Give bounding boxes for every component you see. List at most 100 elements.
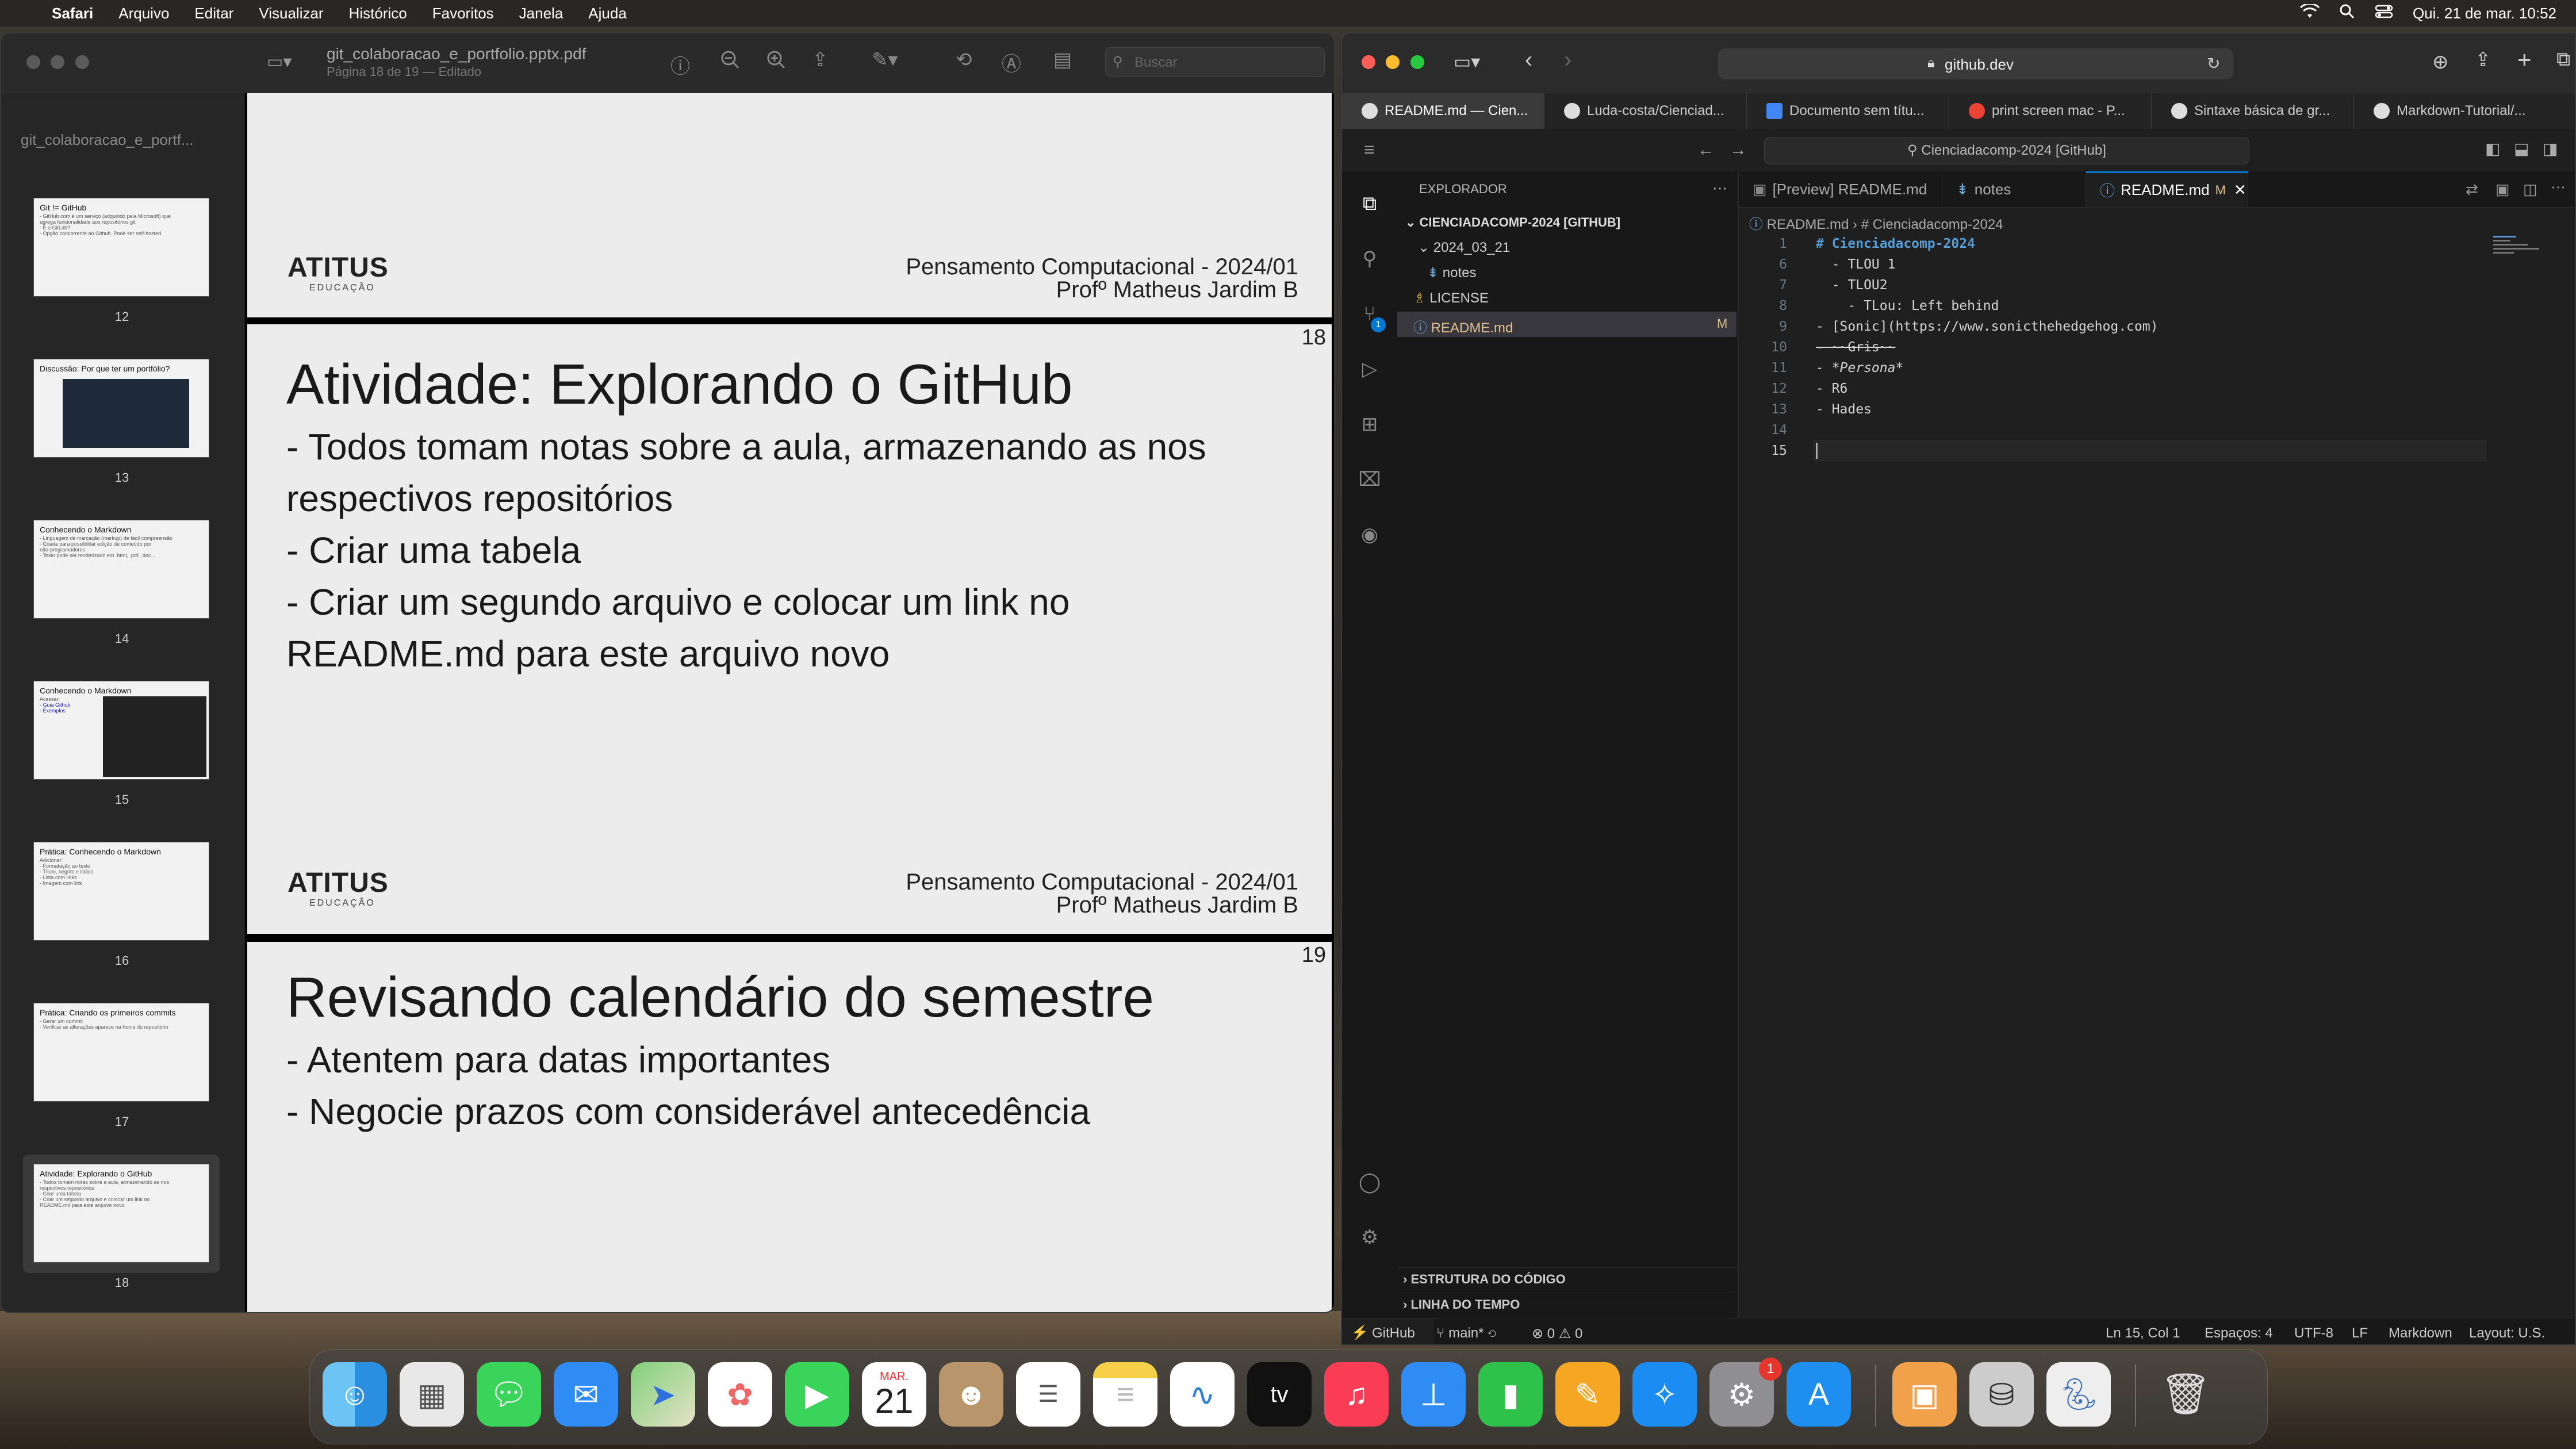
split-editor-icon[interactable]: ◫ bbox=[2523, 181, 2537, 198]
keynote-icon[interactable]: ⊥ bbox=[1401, 1362, 1466, 1427]
minimize-button[interactable] bbox=[1386, 55, 1400, 69]
search-icon[interactable]: ⚲ bbox=[1358, 247, 1381, 270]
zoom-button[interactable] bbox=[1410, 55, 1424, 69]
menu-item-arquivo[interactable]: Arquivo bbox=[118, 5, 169, 22]
hamburger-menu-icon[interactable]: ≡ bbox=[1364, 139, 1375, 160]
thumbnail-slide-18[interactable]: Atividade: Explorando o GitHub - Todos t… bbox=[33, 1164, 209, 1263]
reload-icon[interactable]: ↻ bbox=[2207, 54, 2220, 73]
thumbnail-slide-12[interactable]: Git != GitHub - GitHub com é um serviço … bbox=[33, 198, 209, 297]
downloads-icon[interactable]: ⊕ bbox=[2432, 51, 2449, 74]
minimize-button[interactable] bbox=[51, 55, 65, 69]
encoding[interactable]: UTF-8 bbox=[2294, 1325, 2333, 1341]
more-actions-icon[interactable]: ⋯ bbox=[1712, 179, 1727, 197]
repo-root[interactable]: ⌄ CIENCIADACOMP-2024 [GITHUB] bbox=[1405, 215, 1620, 230]
manage-gear-icon[interactable]: ⚙ bbox=[1358, 1226, 1381, 1249]
facetime-icon[interactable]: ▶ bbox=[785, 1362, 849, 1427]
line-ending[interactable]: LF bbox=[2352, 1325, 2368, 1341]
control-center-icon[interactable] bbox=[2375, 4, 2393, 23]
share-icon[interactable]: ⇪ bbox=[2475, 48, 2491, 71]
branch-indicator[interactable]: ⑂ main* ⟲ bbox=[1436, 1325, 1496, 1341]
address-bar[interactable]: 🔒︎ github.dev ↻ bbox=[1718, 48, 2233, 79]
accounts-icon[interactable]: ◯ bbox=[1358, 1171, 1381, 1194]
safari-tab[interactable]: Documento sem títu... bbox=[1747, 93, 1949, 129]
thumbnail-slide-13[interactable]: Discussão: Por que ter um portfólio? bbox=[33, 359, 209, 458]
trash-icon[interactable]: 🗑︎ bbox=[2153, 1362, 2218, 1427]
code-editor[interactable]: 1 # Cienciadacomp-2024 6 - TLOU 1 7 - TL… bbox=[1739, 233, 2486, 463]
finder-icon[interactable]: ☺ bbox=[323, 1362, 387, 1427]
pages-icon[interactable]: ✎ bbox=[1555, 1362, 1620, 1427]
nav-forward-icon[interactable]: → bbox=[1730, 140, 1747, 160]
sidebar-toggle-icon[interactable]: ▭▾ bbox=[267, 52, 292, 72]
menu-clock[interactable]: Qui. 21 de mar. 10:52 bbox=[2413, 5, 2556, 22]
menu-item-visualizar[interactable]: Visualizar bbox=[259, 5, 323, 22]
breadcrumb-file[interactable]: README.md bbox=[1767, 217, 1849, 232]
command-center[interactable]: ⚲ Cienciadacomp-2024 [GitHub] bbox=[1764, 137, 2249, 164]
problems-indicator[interactable]: ⊗ 0 ⚠ 0 bbox=[1532, 1325, 1582, 1342]
tree-file-license[interactable]: ♗ LICENSE bbox=[1413, 290, 1489, 306]
extensions-icon[interactable]: ⊞ bbox=[1358, 413, 1381, 436]
tab-readme[interactable]: ⓘ README.md M ✕ bbox=[2086, 171, 2248, 207]
timeline-section[interactable]: › LINHA DO TEMPO bbox=[1403, 1297, 1520, 1312]
numbers-icon[interactable]: ▮ bbox=[1478, 1362, 1543, 1427]
preview-icon[interactable]: ▣ bbox=[1892, 1362, 1957, 1427]
cursor-position[interactable]: Ln 15, Col 1 bbox=[2106, 1325, 2180, 1341]
tv-icon[interactable]: tv bbox=[1247, 1362, 1312, 1427]
toggle-secondary-sidebar-icon[interactable]: ◨ bbox=[2543, 139, 2558, 158]
remote-indicator[interactable]: ⚡ GitHub bbox=[1342, 1318, 1434, 1344]
tab-preview-readme[interactable]: ▣ [Preview] README.md bbox=[1739, 171, 1942, 207]
tree-file-readme[interactable]: ⓘ README.md bbox=[1413, 316, 1513, 336]
notes-icon[interactable]: ≡ bbox=[1093, 1362, 1157, 1427]
tab-overview-icon[interactable]: ⧉ bbox=[2556, 48, 2570, 71]
minimap[interactable] bbox=[2493, 236, 2545, 270]
photos-icon[interactable]: ✿ bbox=[708, 1362, 772, 1427]
spotlight-search-icon[interactable] bbox=[2339, 3, 2355, 24]
github-icon[interactable]: ◉ bbox=[1358, 523, 1381, 546]
safari-tab[interactable]: print screen mac - P... bbox=[1949, 93, 2152, 129]
zoom-button[interactable] bbox=[75, 55, 89, 69]
menu-item-favoritos[interactable]: Favoritos bbox=[432, 5, 494, 22]
language-mode[interactable]: Markdown bbox=[2389, 1325, 2452, 1341]
tree-folder[interactable]: ⌄ 2024_03_21 bbox=[1418, 239, 1510, 256]
form-fill-icon[interactable]: ▤ bbox=[1053, 48, 1072, 71]
explorer-icon[interactable]: ⧉ bbox=[1358, 192, 1381, 215]
outline-section[interactable]: › ESTRUTURA DO CÓDIGO bbox=[1403, 1272, 1566, 1287]
safari-icon[interactable]: ✧ bbox=[1632, 1362, 1697, 1427]
toggle-sidebar-icon[interactable]: ◧ bbox=[2485, 139, 2500, 158]
run-debug-icon[interactable]: ▷ bbox=[1358, 358, 1381, 381]
wifi-icon[interactable] bbox=[2299, 2, 2320, 23]
safari-tab[interactable]: README.md — Cien... bbox=[1342, 93, 1544, 129]
music-icon[interactable]: ♫ bbox=[1324, 1362, 1389, 1427]
app-store-icon[interactable]: A bbox=[1787, 1362, 1851, 1427]
contacts-icon[interactable]: ☻ bbox=[939, 1362, 1003, 1427]
tree-file-notes[interactable]: ⇟ notes bbox=[1427, 264, 1477, 281]
close-tab-icon[interactable]: ✕ bbox=[2234, 181, 2247, 199]
python-icon[interactable]: 🐍︎ bbox=[2046, 1362, 2111, 1427]
menu-item-editar[interactable]: Editar bbox=[194, 5, 233, 22]
menu-item-janela[interactable]: Janela bbox=[519, 5, 564, 22]
remote-explorer-icon[interactable]: ⌧ bbox=[1358, 468, 1381, 491]
nav-back-icon[interactable]: ← bbox=[1697, 140, 1715, 160]
more-actions-icon[interactable]: ⋯ bbox=[2551, 178, 2566, 196]
forward-icon[interactable]: › bbox=[1564, 47, 1571, 73]
safari-tab[interactable]: Markdown-Tutorial/... bbox=[2354, 93, 2556, 129]
back-icon[interactable]: ‹ bbox=[1525, 47, 1532, 73]
keyboard-layout[interactable]: Layout: U.S. bbox=[2469, 1325, 2545, 1341]
menu-item-ajuda[interactable]: Ajuda bbox=[588, 5, 627, 22]
thumbnail-slide-16[interactable]: Prática: Conhecendo o Markdown Adicionar… bbox=[33, 842, 209, 941]
thumbnail-slide-14[interactable]: Conhecendo o Markdown - Linguagem de mar… bbox=[33, 520, 209, 619]
zoom-in-icon[interactable] bbox=[766, 49, 787, 73]
thumbnail-slide-15[interactable]: Conhecendo o Markdown Acessar: - Guia Gi… bbox=[33, 681, 209, 780]
thumbnail-slide-17[interactable]: Prática: Criando os primeiros commits - … bbox=[33, 1003, 209, 1102]
info-icon[interactable]: ⓘ bbox=[670, 51, 690, 79]
toggle-panel-icon[interactable]: ⬓ bbox=[2514, 139, 2529, 158]
indentation[interactable]: Espaços: 4 bbox=[2205, 1325, 2273, 1341]
reminders-icon[interactable]: ☰ bbox=[1016, 1362, 1080, 1427]
mail-icon[interactable]: ✉ bbox=[554, 1362, 618, 1427]
tab-notes[interactable]: ⇟ notes bbox=[1942, 171, 2086, 207]
new-tab-icon[interactable]: + bbox=[2517, 46, 2532, 74]
sidebar-toggle-icon[interactable]: ▭▾ bbox=[1454, 51, 1480, 72]
launchpad-icon[interactable]: ▦ bbox=[400, 1362, 464, 1427]
zoom-out-icon[interactable] bbox=[720, 49, 741, 73]
open-changes-icon[interactable]: ⇄ bbox=[2466, 181, 2478, 198]
disk-utility-icon[interactable]: ⛁ bbox=[1969, 1362, 2034, 1427]
